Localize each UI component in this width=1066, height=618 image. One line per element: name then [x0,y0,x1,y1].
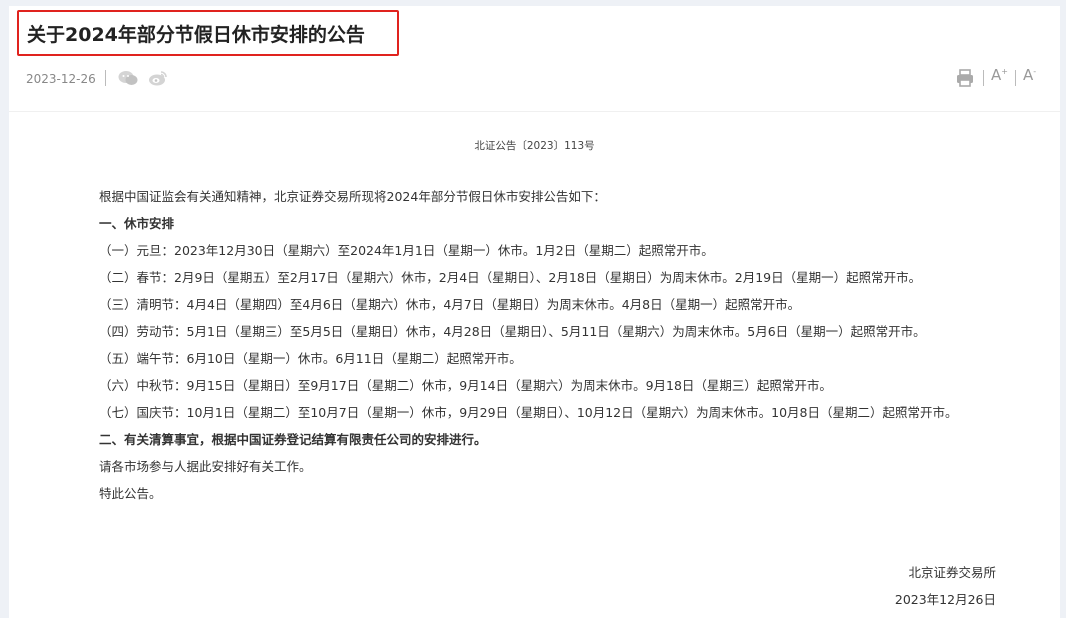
section-heading: 二、有关清算事宜，根据中国证券登记结算有限责任公司的安排进行。 [99,432,487,447]
font-decrease-label: A [1023,66,1034,84]
signature-date: 2023年12月26日 [894,592,996,607]
holiday-item: （四）劳动节：5月1日（星期三）至5月5日（星期日）休市，4月28日（星期日）、… [99,324,926,339]
font-increase-button[interactable]: A+ [991,66,1008,84]
weibo-icon[interactable] [148,70,168,90]
signature-block: 北京证券交易所 2023年12月26日 [895,559,996,613]
closing-paragraph: 特此公告。 [99,486,162,501]
article-page: 关于2024年部分节假日休市安排的公告 2023-12-26 A+ A- 北证公… [9,6,1060,618]
holiday-item: （二）春节：2月9日（星期五）至2月17日（星期六）休市，2月4日（星期日）、2… [99,270,922,285]
document-number: 北证公告〔2023〕113号 [474,140,595,152]
holiday-item: （三）清明节：4月4日（星期四）至4月6日（星期六）休市，4月7日（星期日）为周… [99,297,801,312]
font-increase-mark: + [1001,67,1008,76]
holiday-item: （六）中秋节：9月15日（星期日）至9月17日（星期二）休市，9月14日（星期六… [99,378,832,393]
print-icon[interactable] [955,68,975,92]
font-decrease-mark: - [1033,67,1037,76]
page-title: 关于2024年部分节假日休市安排的公告 [27,23,365,46]
publish-date: 2023-12-26 [26,72,96,86]
divider [105,70,106,86]
section-heading: 一、休市安排 [99,216,175,231]
holiday-item: （一）元旦：2023年12月30日（星期六）至2024年1月1日（星期一）休市。… [99,243,714,258]
intro-paragraph: 根据中国证监会有关通知精神，北京证券交易所现将2024年部分节假日休市安排公告如… [99,189,606,204]
font-increase-label: A [991,66,1002,84]
wechat-icon[interactable] [118,70,138,90]
holiday-item: （七）国庆节：10月1日（星期二）至10月7日（星期一）休市，9月29日（星期日… [99,405,958,420]
holiday-item: （五）端午节：6月10日（星期一）休市。6月11日（星期二）起照常开市。 [99,351,522,366]
divider [1015,70,1016,86]
divider [983,70,984,86]
signature-org: 北京证券交易所 [908,565,996,580]
meta-bar: 2023-12-26 A+ A- [9,50,1060,112]
article-body: 根据中国证监会有关通知精神，北京证券交易所现将2024年部分节假日休市安排公告如… [73,183,1007,507]
font-decrease-button[interactable]: A- [1023,66,1036,84]
closing-paragraph: 请各市场参与人据此安排好有关工作。 [99,459,312,474]
